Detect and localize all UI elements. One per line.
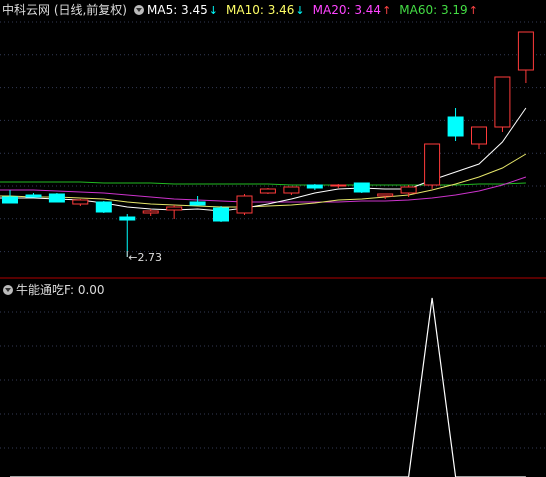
ma-legend-item: MA20: 3.44↑ xyxy=(312,3,392,17)
candle-up xyxy=(166,205,183,219)
indicator-value: : 0.00 xyxy=(69,283,105,297)
ma-legend-item: MA60: 3.19↑ xyxy=(399,3,478,17)
indicator-chart[interactable] xyxy=(0,280,546,477)
candle-body xyxy=(25,194,42,198)
indicator-legend: 牛能通吃F: 0.00 xyxy=(2,282,108,298)
stock-title: 中科云网 (日线,前复权) xyxy=(2,3,127,17)
candle-body xyxy=(189,201,206,206)
candle-up xyxy=(424,143,441,189)
main-grid xyxy=(0,21,546,253)
arrow-up-icon: ↑ xyxy=(468,4,478,17)
candle-up xyxy=(142,209,159,216)
candle-up xyxy=(330,184,347,188)
ma-legend-item: MA10: 3.46↓ xyxy=(226,3,305,17)
ma5-line xyxy=(0,107,527,212)
candle-down xyxy=(25,193,42,198)
candlestick-chart[interactable]: ←2.73 xyxy=(0,0,546,279)
candle-up xyxy=(517,31,534,83)
candle-body xyxy=(119,216,136,221)
indicator-pane[interactable]: 牛能通吃F: 0.00 xyxy=(0,280,546,477)
candle-body xyxy=(306,184,323,189)
candle-down xyxy=(353,182,370,193)
arrow-down-icon: ↓ xyxy=(295,4,305,17)
candle-down xyxy=(2,190,18,204)
candle-body xyxy=(95,201,112,213)
candle-body xyxy=(48,193,65,203)
candle-down xyxy=(48,193,65,203)
candle-body xyxy=(283,186,300,194)
candle-body xyxy=(142,210,159,214)
ma60-line xyxy=(0,181,526,186)
candle-body xyxy=(377,193,394,197)
dropdown-circle-icon[interactable] xyxy=(134,5,144,15)
ma-legend-item: MA5: 3.45↓ xyxy=(147,3,218,17)
candle-body xyxy=(471,126,487,145)
candle-down xyxy=(95,201,112,213)
candle-up xyxy=(72,199,89,206)
candle-up xyxy=(236,194,253,215)
candle-body xyxy=(166,206,183,211)
candle-up xyxy=(494,76,511,132)
candle-body xyxy=(72,199,89,205)
candle-body xyxy=(236,195,253,214)
candle-down xyxy=(306,184,323,190)
candle-up xyxy=(259,188,276,194)
candle-body xyxy=(494,76,511,128)
low-price-label: ←2.73 xyxy=(128,251,162,264)
candle-body xyxy=(424,143,441,186)
candle-body xyxy=(447,116,464,137)
low-price-marker: ←2.73 xyxy=(126,251,162,264)
ma10-line xyxy=(0,153,527,208)
indicator-line xyxy=(10,297,526,477)
candles xyxy=(2,31,534,257)
arrow-down-icon: ↓ xyxy=(208,4,218,17)
arrow-up-icon: ↑ xyxy=(382,4,392,17)
candle-down xyxy=(447,108,464,141)
price-chart-pane[interactable]: ←2.73 中科云网 (日线,前复权) MA5: 3.45↓ MA10: 3.46↓… xyxy=(0,0,546,279)
candle-body xyxy=(259,188,276,194)
candle-body xyxy=(400,186,417,194)
candle-up xyxy=(283,186,300,195)
ma-legend: MA5: 3.45↓ MA10: 3.46↓ MA20: 3.44↑ MA60: 3.… xyxy=(147,3,486,17)
candle-body xyxy=(353,182,370,193)
indicator-label: 牛能通吃F xyxy=(16,283,70,297)
candle-up xyxy=(377,193,394,199)
dropdown-circle-icon[interactable] xyxy=(3,285,13,295)
candle-up xyxy=(471,126,487,149)
candle-body xyxy=(330,184,347,187)
candle-body xyxy=(213,207,229,222)
candle-body xyxy=(517,31,534,71)
candle-body xyxy=(2,196,18,204)
main-legend: 中科云网 (日线,前复权) MA5: 3.45↓ MA10: 3.46↓ MA20: … xyxy=(2,2,489,18)
candle-down xyxy=(213,206,229,222)
sub-grid xyxy=(0,311,546,449)
